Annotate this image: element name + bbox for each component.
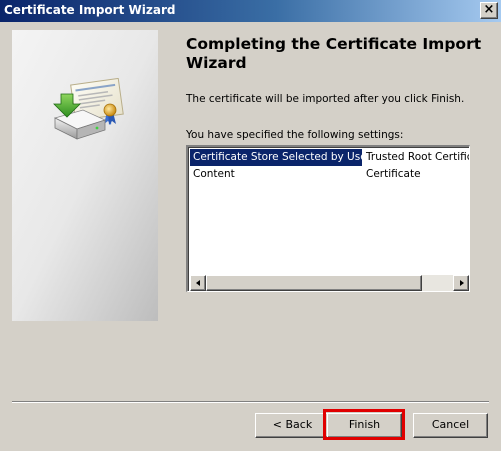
wizard-side-panel (12, 30, 158, 321)
scroll-thumb[interactable] (206, 275, 422, 291)
setting-name: Certificate Store Selected by User (190, 149, 362, 166)
setting-name: Content (193, 168, 235, 180)
scroll-right-button[interactable] (453, 275, 469, 291)
intro-text: The certificate will be imported after y… (186, 93, 465, 105)
horizontal-scrollbar[interactable] (190, 275, 469, 291)
settings-label: You have specified the following setting… (186, 129, 404, 141)
close-icon[interactable]: × (480, 2, 498, 19)
divider (12, 401, 489, 403)
title-bar: Certificate Import Wizard × (0, 0, 501, 22)
certificate-import-wizard-icon (53, 78, 124, 140)
list-item[interactable]: Content Certificate (190, 166, 469, 183)
cancel-button[interactable]: Cancel (413, 413, 488, 438)
back-button[interactable]: < Back (255, 413, 330, 438)
window-title: Certificate Import Wizard (4, 3, 176, 17)
scroll-left-button[interactable] (190, 275, 206, 291)
finish-button[interactable]: Finish (327, 413, 402, 438)
setting-value: Trusted Root Certifica (366, 151, 469, 163)
scroll-left-arrow-icon (196, 280, 200, 286)
setting-value: Certificate (366, 168, 421, 180)
scroll-right-arrow-icon (460, 280, 464, 286)
settings-list[interactable]: Certificate Store Selected by User Trust… (186, 145, 470, 292)
list-item[interactable]: Certificate Store Selected by User Trust… (190, 149, 469, 166)
page-heading: Completing the Certificate Import Wizard (186, 35, 482, 72)
